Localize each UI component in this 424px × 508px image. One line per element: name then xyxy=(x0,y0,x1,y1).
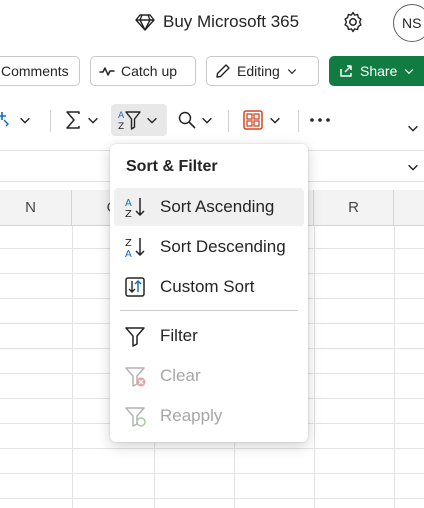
command-row: Comments Catch up Editing Share xyxy=(0,44,424,92)
diamond-icon xyxy=(135,14,155,31)
chevron-down-icon xyxy=(202,117,212,124)
toolbar-divider xyxy=(228,110,229,132)
reapply-filter-label: Reapply xyxy=(160,406,223,425)
search-icon xyxy=(178,111,196,129)
grid-line xyxy=(314,226,315,508)
share-button[interactable]: Share xyxy=(329,56,424,86)
grid-line xyxy=(72,226,73,508)
reapply-filter-icon xyxy=(124,405,146,427)
gear-icon[interactable] xyxy=(341,10,365,34)
clear-filter-icon xyxy=(124,365,146,387)
top-bar: Buy Microsoft 365 NS xyxy=(0,0,424,44)
filter-icon xyxy=(124,325,146,347)
table-grid-icon xyxy=(243,110,263,130)
chevron-down-icon xyxy=(287,69,296,75)
sort-ascending-label: Sort Ascending xyxy=(160,197,275,216)
menu-divider xyxy=(120,310,298,311)
custom-sort-item[interactable]: Custom Sort xyxy=(114,268,304,306)
sort-descending-label: Sort Descending xyxy=(160,237,286,256)
grid-line xyxy=(0,448,424,449)
autosum-dropdown[interactable] xyxy=(60,104,106,136)
editing-label: Editing xyxy=(237,63,280,79)
chevron-down-icon[interactable] xyxy=(406,160,420,174)
sort-filter-menu: Sort & Filter A Z Sort Ascending Z A Sor… xyxy=(110,144,308,442)
svg-text:A: A xyxy=(125,198,132,209)
clear-filter-item[interactable]: Clear xyxy=(114,357,304,395)
chevron-down-icon xyxy=(405,69,414,75)
buy-microsoft-365-link[interactable]: Buy Microsoft 365 xyxy=(135,9,299,35)
custom-sort-label: Custom Sort xyxy=(160,277,255,296)
buy-microsoft-365-label: Buy Microsoft 365 xyxy=(163,12,300,31)
editing-mode-button[interactable]: Editing xyxy=(206,56,319,86)
svg-text:Z: Z xyxy=(125,209,132,218)
sort-filter-icon: A Z xyxy=(118,111,141,132)
sort-ascending-item[interactable]: A Z Sort Ascending xyxy=(114,188,304,226)
menu-title: Sort & Filter xyxy=(126,158,218,175)
pencil-icon xyxy=(216,64,230,78)
find-dropdown[interactable] xyxy=(172,104,220,136)
sort-ascending-icon: A Z xyxy=(124,196,146,218)
table-styles-dropdown[interactable] xyxy=(238,104,290,136)
grid-line xyxy=(0,498,424,499)
comments-button[interactable]: Comments xyxy=(0,56,80,86)
avatar[interactable]: NS xyxy=(393,4,424,42)
format-icon xyxy=(0,112,9,127)
svg-text:Z: Z xyxy=(118,122,124,132)
share-label: Share xyxy=(360,63,398,79)
svg-text:A: A xyxy=(125,249,132,258)
filter-item[interactable]: Filter xyxy=(114,317,304,355)
column-header-n[interactable]: N xyxy=(0,190,72,226)
share-icon xyxy=(340,65,352,77)
grid-line xyxy=(394,226,395,508)
expand-ribbon-button[interactable] xyxy=(406,112,424,144)
chevron-down-icon xyxy=(408,125,418,132)
column-header-r[interactable]: R xyxy=(314,190,394,226)
sort-filter-dropdown[interactable]: A Z xyxy=(111,104,167,136)
custom-sort-icon xyxy=(124,276,146,298)
catch-up-button[interactable]: Catch up xyxy=(90,56,196,86)
more-options-button[interactable] xyxy=(308,104,338,136)
sigma-icon xyxy=(66,111,80,129)
grid-line xyxy=(0,473,424,474)
chevron-down-icon xyxy=(88,117,98,124)
catch-up-label: Catch up xyxy=(121,63,178,79)
pulse-icon xyxy=(99,67,115,76)
sort-descending-item[interactable]: Z A Sort Descending xyxy=(114,228,304,266)
sort-descending-icon: Z A xyxy=(124,236,146,258)
comments-label: Comments xyxy=(1,63,69,79)
clear-filter-label: Clear xyxy=(160,366,201,385)
svg-text:A: A xyxy=(118,111,125,121)
home-toolbar: A Z xyxy=(0,96,424,144)
filter-label: Filter xyxy=(160,326,198,345)
chevron-down-icon xyxy=(147,117,157,124)
chevron-down-icon xyxy=(270,117,280,124)
column-header-s[interactable] xyxy=(394,190,424,226)
more-icon xyxy=(310,118,330,122)
svg-text:Z: Z xyxy=(125,238,132,249)
toolbar-divider xyxy=(298,110,299,132)
toolbar-divider xyxy=(50,110,51,132)
reapply-filter-item[interactable]: Reapply xyxy=(114,397,304,435)
format-paint-dropdown[interactable] xyxy=(0,104,40,136)
chevron-down-icon xyxy=(20,117,30,124)
